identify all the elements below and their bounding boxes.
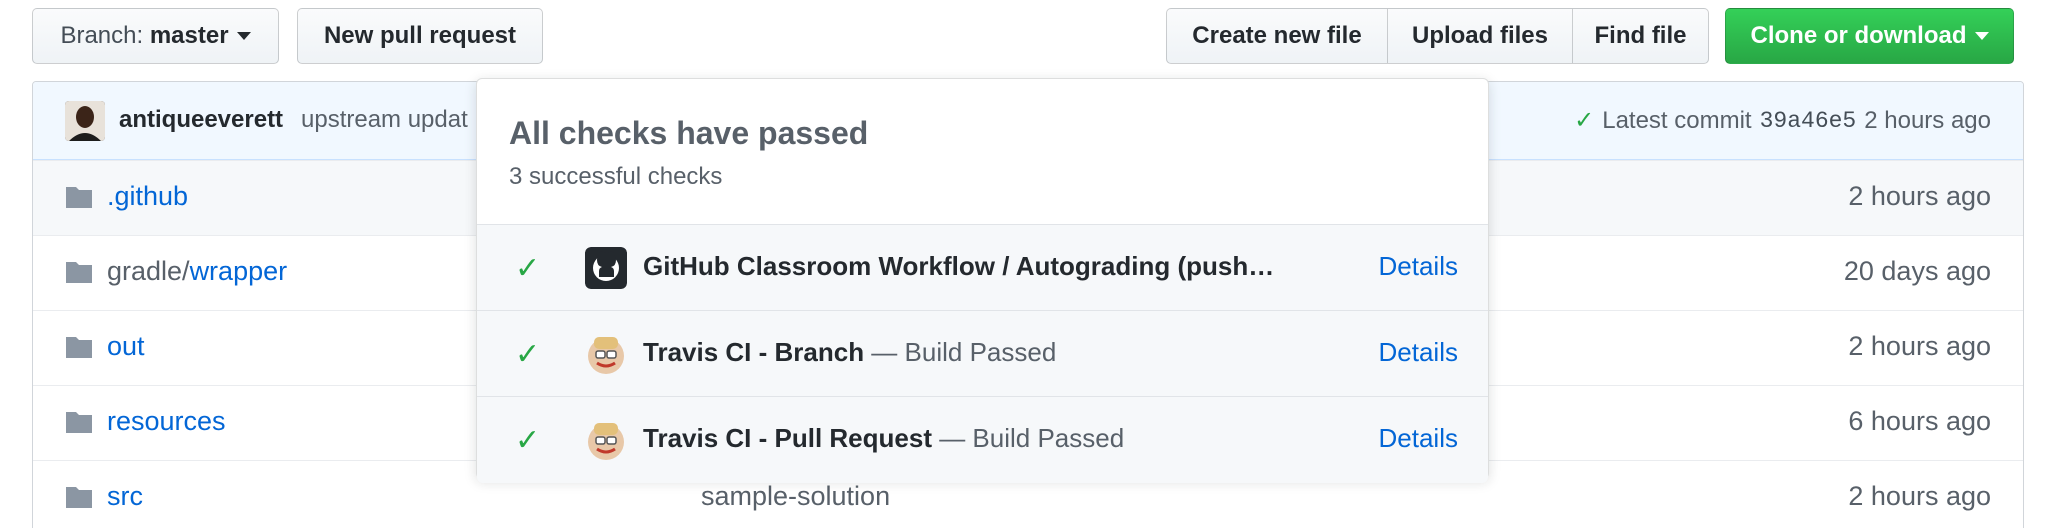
create-new-file-button[interactable]: Create new file [1167,9,1387,63]
file-name-text: out [107,331,145,361]
folder-icon [66,187,92,208]
check-name: Travis CI - Branch [643,337,865,367]
avatar[interactable] [65,101,105,141]
check-icon: ✓ [515,252,541,285]
checks-popover: All checks have passed 3 successful chec… [476,78,1489,483]
file-name-text: resources [107,406,226,436]
check-item: ✓ GitHub Classroom Workflow / Autogradin… [477,225,1488,311]
check-item: ✓ Travis CI - Pull Request — Build Passe… [477,397,1488,483]
folder-icon [66,337,92,358]
new-pull-request-label: New pull request [323,22,517,49]
file-commit-message[interactable]: sample-solution [701,481,890,512]
caret-down-icon [236,32,251,40]
check-label: Travis CI - Branch — Build Passed [643,337,1056,368]
check-details-link[interactable]: Details [1379,337,1458,368]
check-icon: ✓ [515,338,541,371]
travis-ci-icon [585,333,627,375]
travis-ci-icon [585,419,627,461]
checks-subtitle: 3 successful checks [509,163,723,190]
file-name-text: wrapper [189,256,288,286]
check-item: ✓ Travis CI - Branch — Build Passed Deta… [477,311,1488,397]
new-pull-request-button[interactable]: New pull request [297,8,543,64]
check-label: Travis CI - Pull Request — Build Passed [643,423,1124,454]
file-name-text: src [107,481,143,511]
upload-files-button[interactable]: Upload files [1387,9,1572,63]
find-file-button[interactable]: Find file [1572,9,1708,63]
commit-age: 2 hours ago [1864,106,1991,134]
check-details-link[interactable]: Details [1379,423,1458,454]
check-icon[interactable]: ✓ [1574,106,1594,135]
file-name-text: .github [107,181,189,211]
commit-message[interactable]: upstream updat [301,106,468,134]
check-description: — Build Passed [931,423,1125,453]
check-name: Travis CI - Pull Request [643,423,932,453]
caret-down-icon [1974,32,1989,40]
checks-title: All checks have passed [509,115,869,151]
file-name[interactable]: src [107,481,143,512]
check-label: GitHub Classroom Workflow / Autograding … [643,251,1274,282]
commit-author[interactable]: antiqueeverett [119,106,283,134]
check-icon: ✓ [515,424,541,457]
folder-icon [66,487,92,508]
file-age: 2 hours ago [1848,331,1991,361]
file-actions-group: Create new file Upload files Find file [1166,8,1709,64]
clone-or-download-button[interactable]: Clone or download [1725,8,2014,64]
file-age: 2 hours ago [1848,181,1991,211]
branch-select-button[interactable]: Branch: master [32,8,279,64]
clone-label: Clone or download [1750,22,1967,49]
file-name[interactable]: out [107,331,145,362]
upload-files-label: Upload files [1411,22,1549,49]
branch-name: master [149,22,229,49]
checks-popover-header: All checks have passed 3 successful chec… [477,79,1488,225]
check-name: GitHub Classroom Workflow / Autograding … [643,251,1275,281]
github-icon [585,247,627,289]
file-name[interactable]: gradle/wrapper [107,256,287,287]
file-age: 20 days ago [1843,256,1991,286]
latest-commit-info: ✓ Latest commit 39a46e5 2 hours ago [1574,106,1991,135]
file-age: 6 hours ago [1848,406,1991,436]
file-name[interactable]: .github [107,181,188,212]
check-details-link[interactable]: Details [1379,251,1458,282]
find-file-label: Find file [1594,22,1687,49]
commit-sha[interactable]: 39a46e5 [1760,108,1857,134]
check-description: — Build Passed [864,337,1057,367]
file-age: 2 hours ago [1848,481,1991,511]
branch-prefix: Branch: [60,22,144,49]
folder-icon [66,412,92,433]
folder-icon [66,262,92,283]
latest-commit-label: Latest commit [1602,106,1752,134]
create-new-file-label: Create new file [1192,22,1362,49]
file-name-prefix: gradle/ [107,256,190,286]
file-name[interactable]: resources [107,406,226,437]
